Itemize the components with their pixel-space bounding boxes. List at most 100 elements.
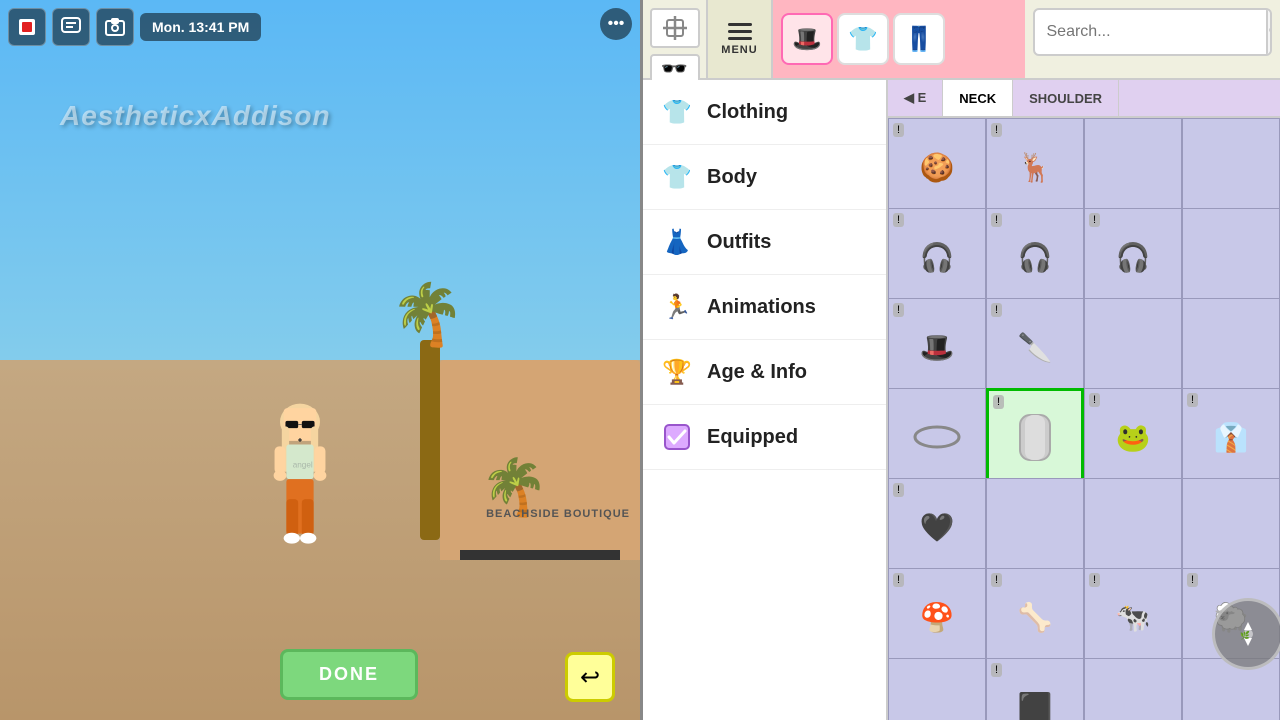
menu-items-list: 👕 Clothing 👕 Body 👗 Outfits 🏃 Animations <box>643 80 886 470</box>
list-item[interactable] <box>986 478 1084 576</box>
chat-btn[interactable] <box>52 8 90 46</box>
avatar-icon-box[interactable] <box>650 8 700 48</box>
category-tabs: ◀ E NECK SHOULDER <box>888 80 1280 118</box>
list-item[interactable]: ! 🔪 <box>986 298 1084 396</box>
animations-icon: 🏃 <box>659 289 695 325</box>
item-badge: ! <box>1187 573 1198 587</box>
back-button[interactable]: ↩ <box>565 652 615 702</box>
menu-item-body[interactable]: 👕 Body <box>643 145 886 210</box>
list-item[interactable]: ! 🍄 <box>888 568 986 666</box>
body-label: Body <box>707 166 757 189</box>
menu-item-animations[interactable]: 🏃 Animations <box>643 275 886 340</box>
list-item[interactable]: ! <box>986 388 1084 486</box>
search-bar <box>1033 8 1273 56</box>
list-item[interactable]: ! 🦌 <box>986 118 1084 216</box>
menu-label: MENU <box>721 44 757 56</box>
list-item[interactable]: ! 👔 <box>1182 388 1280 486</box>
panel-content: 👕 Clothing 👕 Body 👗 Outfits 🏃 Animations <box>643 80 1280 720</box>
list-item[interactable] <box>1182 478 1280 576</box>
right-panel: 🕶️ MENU 🎩 👕 👖 <box>640 0 1280 720</box>
list-item[interactable]: ! 🎧 <box>888 208 986 306</box>
clothing-label: Clothing <box>707 101 788 124</box>
animations-label: Animations <box>707 296 816 319</box>
menu-icon <box>728 23 752 40</box>
list-item[interactable]: ! 🦴 <box>986 568 1084 666</box>
item-badge: ! <box>991 663 1002 677</box>
list-item[interactable]: ! 🎧 <box>986 208 1084 306</box>
list-item[interactable] <box>1182 298 1280 396</box>
item-badge: ! <box>893 123 904 137</box>
item-badge: ! <box>893 573 904 587</box>
item-badge: ! <box>893 303 904 317</box>
left-menu: 👕 Clothing 👕 Body 👗 Outfits 🏃 Animations <box>643 80 888 720</box>
search-button[interactable] <box>1266 8 1273 56</box>
menu-item-outfits[interactable]: 👗 Outfits <box>643 210 886 275</box>
list-item[interactable]: ! 🍪 <box>888 118 986 216</box>
list-item[interactable]: ! 🐸 <box>1084 388 1182 486</box>
item-badge: ! <box>991 303 1002 317</box>
time-display: Mon. 13:41 PM <box>140 13 261 41</box>
equipped-icon <box>659 419 695 455</box>
list-item[interactable] <box>888 658 986 720</box>
done-button[interactable]: DONE <box>280 649 418 700</box>
panel-header: 🕶️ MENU 🎩 👕 👖 <box>643 0 1280 80</box>
list-item[interactable]: ! 🐄 <box>1084 568 1182 666</box>
item-badge: ! <box>893 213 904 227</box>
search-input[interactable] <box>1035 15 1266 49</box>
menu-item-clothing[interactable]: 👕 Clothing <box>643 80 886 145</box>
character: angel <box>250 390 350 590</box>
item-badge: ! <box>991 123 1002 137</box>
tab-buttons: 🎩 👕 👖 <box>773 0 1025 78</box>
list-item[interactable]: ! ⬛ <box>986 658 1084 720</box>
menu-button[interactable]: MENU <box>708 0 773 78</box>
game-viewport: 🌴 🌴 BEACHSIDE BOUTIQUE Mon. 1 <box>0 0 640 720</box>
sky-background <box>0 0 640 396</box>
item-badge: ! <box>1187 393 1198 407</box>
more-options-button[interactable]: ••• <box>600 8 632 40</box>
menu-item-equipped[interactable]: Equipped <box>643 405 886 470</box>
outfits-icon: 👗 <box>659 224 695 260</box>
list-item[interactable]: ! 🖤 <box>888 478 986 576</box>
svg-text:angel: angel <box>293 460 313 469</box>
list-item[interactable] <box>1084 478 1182 576</box>
back-icon: ↩ <box>580 663 600 692</box>
top-bar: Mon. 13:41 PM <box>8 8 261 46</box>
list-item[interactable] <box>1182 118 1280 216</box>
screenshot-btn[interactable] <box>96 8 134 46</box>
item-badge: ! <box>991 573 1002 587</box>
tab-hat[interactable]: 🎩 <box>781 13 833 65</box>
cat-tab-prev[interactable]: ◀ E <box>888 80 943 116</box>
watermark: AestheticxAddison <box>60 100 331 132</box>
roblox-logo-btn[interactable] <box>8 8 46 46</box>
age-info-label: Age & Info <box>707 361 807 384</box>
list-item[interactable] <box>1182 208 1280 306</box>
equipped-label: Equipped <box>707 426 798 449</box>
menu-item-age-info[interactable]: 🏆 Age & Info <box>643 340 886 405</box>
list-item[interactable] <box>888 388 986 486</box>
outfits-label: Outfits <box>707 231 771 254</box>
joystick-btn[interactable]: 🌿 <box>1212 598 1280 670</box>
item-badge: ! <box>1089 393 1100 407</box>
item-badge: ! <box>993 395 1004 409</box>
item-badge: ! <box>1089 213 1100 227</box>
list-item[interactable] <box>1084 118 1182 216</box>
clothing-icon: 👕 <box>659 94 695 130</box>
item-badge: ! <box>991 213 1002 227</box>
list-item[interactable]: ! 🐑 🌿 <box>1182 568 1280 666</box>
age-info-icon: 🏆 <box>659 354 695 390</box>
list-item[interactable]: ! 🎩 <box>888 298 986 396</box>
tab-shirt[interactable]: 👕 <box>837 13 889 65</box>
svg-text:🌿: 🌿 <box>1240 630 1250 640</box>
body-icon: 👕 <box>659 159 695 195</box>
tab-pants[interactable]: 👖 <box>893 13 945 65</box>
cat-tab-shoulder[interactable]: SHOULDER <box>1013 80 1119 116</box>
list-item[interactable] <box>1084 658 1182 720</box>
list-item[interactable] <box>1182 658 1280 720</box>
list-item[interactable] <box>1084 298 1182 396</box>
items-grid: ! 🍪 ! 🦌 ! 🎧 ! 🎧 <box>888 118 1280 720</box>
cat-tab-neck[interactable]: NECK <box>943 80 1013 116</box>
item-badge: ! <box>893 483 904 497</box>
list-item[interactable]: ! 🎧 <box>1084 208 1182 306</box>
right-grid-area: ◀ E NECK SHOULDER ! 🍪 ! 🦌 <box>888 80 1280 720</box>
panel-left-sidebar: 🕶️ <box>643 0 708 78</box>
